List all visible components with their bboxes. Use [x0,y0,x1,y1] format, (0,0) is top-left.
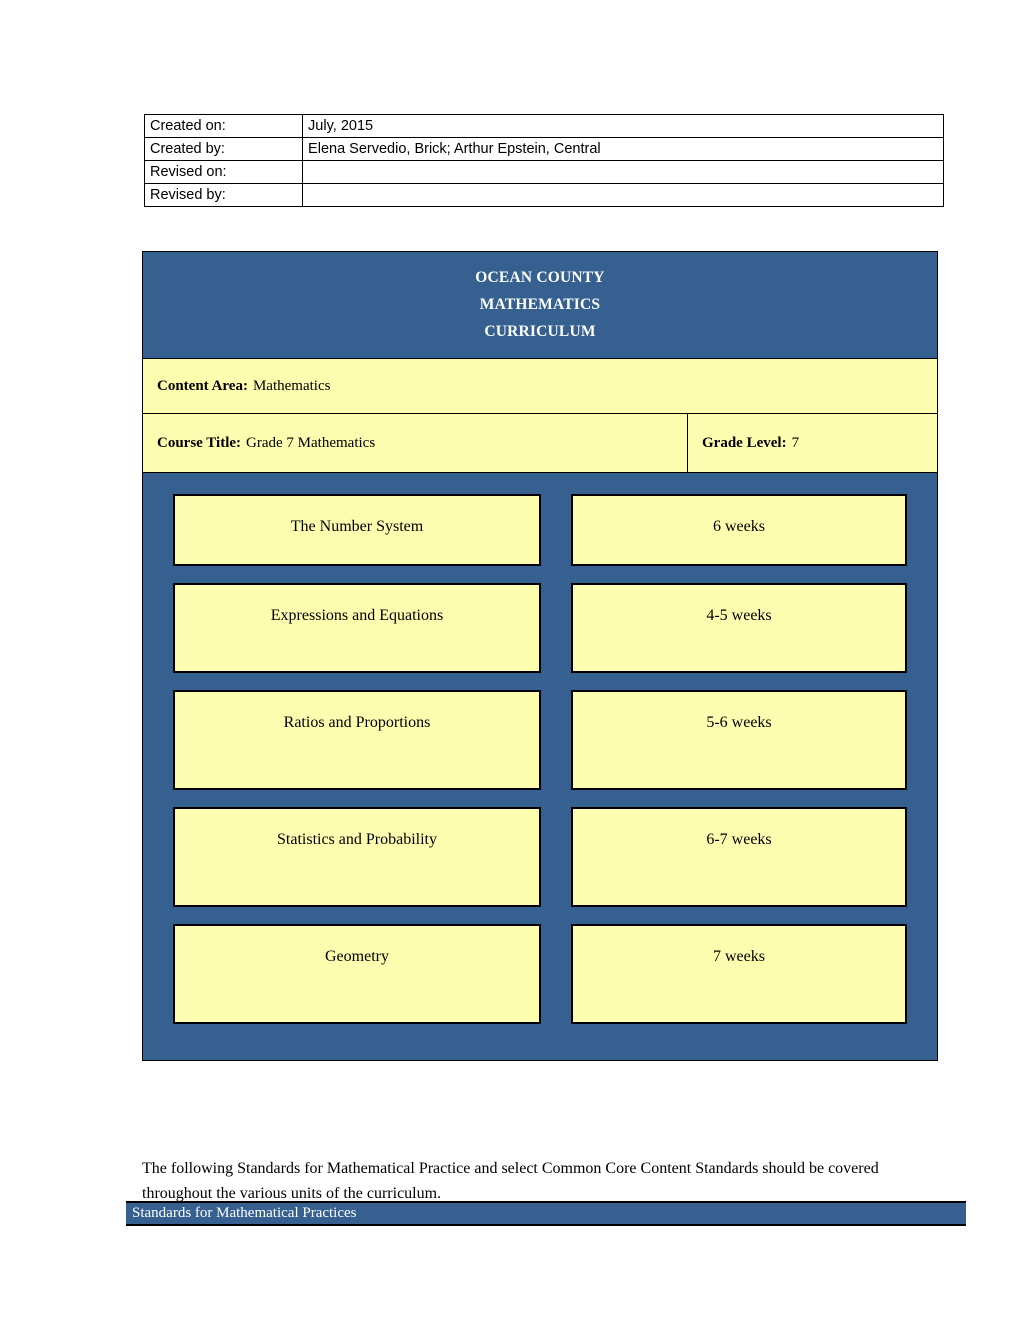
revised-on-label: Revised on: [143,160,304,184]
card-title-line-2: MATHEMATICS [479,296,601,313]
revised-on-value [302,160,944,184]
course-title-row: Course Title: Grade 7 Mathematics Grade … [143,414,937,473]
unit-duration-box[interactable]: 4-5 weeks [571,583,907,673]
unit-row: Expressions and Equations 4-5 weeks [143,583,937,673]
revised-by-label: Revised by: [143,183,304,207]
units-grid: The Number System 6 weeks Expressions an… [143,473,937,1060]
course-title-cell: Course Title: Grade 7 Mathematics [143,414,688,472]
unit-name-box[interactable]: Ratios and Proportions [173,690,541,790]
table-row: Created on: July, 2015 [143,114,944,138]
standards-for-mathematical-practices-bar: Standards for Mathematical Practices [126,1201,966,1226]
content-area-value: Mathematics [252,377,331,394]
unit-row: Statistics and Probability 6-7 weeks [143,807,937,907]
standards-note: The following Standards for Mathematical… [142,1160,879,1202]
card-title-line-1: OCEAN COUNTY [475,269,605,286]
content-area-row: Content Area: Mathematics [143,359,937,414]
created-on-value: July, 2015 [302,114,944,138]
table-row: Revised on: [143,160,944,184]
grade-level-label: Grade Level: [702,434,787,451]
grade-level-value: 7 [791,434,800,451]
curriculum-card: OCEAN COUNTY MATHEMATICS CURRICULUM Cont… [142,251,938,1061]
content-area-cell: Content Area: Mathematics [143,359,937,413]
unit-row: Ratios and Proportions 5-6 weeks [143,690,937,790]
card-title-block: OCEAN COUNTY MATHEMATICS CURRICULUM [143,252,937,359]
table-row: Revised by: [143,183,944,207]
unit-row: Geometry 7 weeks [143,924,937,1024]
unit-name-box[interactable]: The Number System [173,494,541,566]
unit-duration-box[interactable]: 7 weeks [571,924,907,1024]
created-by-label: Created by: [143,137,304,161]
course-title-label: Course Title: [157,434,242,451]
created-on-label: Created on: [143,114,304,138]
course-title-value: Grade 7 Mathematics [246,434,376,451]
grade-level-cell: Grade Level: 7 [688,414,937,472]
revised-by-value [302,183,944,207]
table-row: Created by: Elena Servedio, Brick; Arthu… [143,137,944,161]
unit-name-box[interactable]: Expressions and Equations [173,583,541,673]
unit-duration-box[interactable]: 6 weeks [571,494,907,566]
unit-duration-box[interactable]: 6-7 weeks [571,807,907,907]
unit-row: The Number System 6 weeks [143,494,937,566]
unit-name-box[interactable]: Statistics and Probability [173,807,541,907]
unit-name-box[interactable]: Geometry [173,924,541,1024]
card-title-line-3: CURRICULUM [484,323,596,340]
metadata-table: Created on: July, 2015 Created by: Elena… [143,114,944,207]
content-area-label: Content Area: [157,377,248,394]
unit-duration-box[interactable]: 5-6 weeks [571,690,907,790]
created-by-value: Elena Servedio, Brick; Arthur Epstein, C… [302,137,944,161]
